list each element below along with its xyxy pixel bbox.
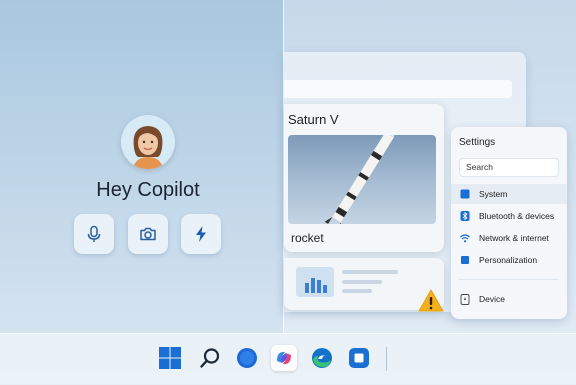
warning-icon[interactable]: [418, 288, 444, 314]
taskbar: [0, 333, 576, 385]
chart-thumbnail: [296, 267, 334, 297]
rocket-label: rocket: [291, 231, 324, 245]
address-bar[interactable]: [284, 80, 512, 98]
settings-item-label: Network & internet: [479, 233, 549, 243]
settings-item-label: Bluetooth & devices: [479, 211, 555, 221]
edge-icon: [312, 348, 332, 368]
device-icon: [460, 293, 470, 305]
taskbar-store-button[interactable]: [346, 345, 372, 371]
saturn-title: Saturn V: [288, 112, 339, 127]
settings-item-label: Personalization: [479, 255, 538, 265]
actions-button[interactable]: [181, 214, 221, 254]
text-line: [342, 289, 372, 293]
settings-divider: [459, 279, 559, 280]
settings-item-device[interactable]: Device: [451, 289, 567, 309]
settings-panel[interactable]: Settings Search System Bluetooth & devic…: [451, 127, 567, 319]
text-line: [342, 280, 382, 284]
wifi-icon: [460, 233, 470, 243]
copilot-icon: [237, 348, 257, 368]
settings-item-personalization[interactable]: Personalization: [451, 250, 567, 270]
taskbar-copilot-button[interactable]: [271, 345, 297, 371]
search-placeholder: Search: [466, 162, 493, 172]
taskbar-app-button[interactable]: [234, 345, 260, 371]
store-icon: [349, 348, 369, 368]
system-icon: [460, 189, 470, 199]
camera-button[interactable]: [128, 214, 168, 254]
taskbar-search-button[interactable]: [197, 345, 223, 371]
taskbar-separator: [386, 347, 387, 371]
lightning-icon: [196, 226, 206, 242]
settings-search-input[interactable]: Search: [459, 158, 559, 177]
personalization-icon: [460, 255, 470, 265]
voice-button[interactable]: [74, 214, 114, 254]
rocket-image[interactable]: [288, 135, 436, 224]
text-line: [342, 270, 398, 274]
start-button[interactable]: [157, 345, 183, 371]
saturn-card[interactable]: Saturn V rocket: [284, 104, 444, 252]
greeting-title: Hey Copilot: [96, 179, 200, 201]
bluetooth-icon: [460, 211, 470, 221]
settings-item-system[interactable]: System: [451, 184, 567, 204]
microphone-icon: [87, 225, 101, 242]
copilot-pane: Hey Copilot: [0, 0, 283, 333]
settings-item-network[interactable]: Network & internet: [451, 228, 567, 248]
taskbar-edge-button[interactable]: [309, 345, 335, 371]
settings-item-bluetooth[interactable]: Bluetooth & devices: [451, 206, 567, 226]
start-icon: [159, 347, 181, 369]
settings-item-label: Device: [479, 294, 505, 304]
browser-icon: [277, 351, 291, 365]
settings-item-label: System: [479, 189, 508, 199]
settings-title: Settings: [459, 137, 496, 148]
camera-icon: [140, 227, 156, 241]
search-icon: [200, 348, 220, 368]
avatar[interactable]: [121, 115, 175, 169]
